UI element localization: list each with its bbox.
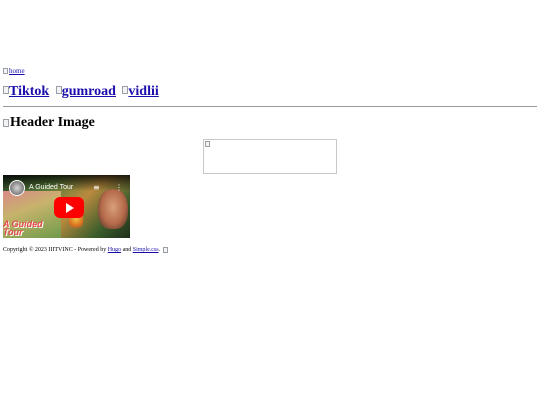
banner-image <box>203 139 337 174</box>
broken-image-icon <box>3 68 8 74</box>
queue-icon[interactable]: ≡ <box>93 184 100 192</box>
video-title[interactable]: A Guided Tour <box>29 184 73 191</box>
tiktok-alt-text: Tiktok <box>9 84 50 99</box>
thumbnail-overlay-text: A Guided Tour <box>3 220 43 237</box>
copyright-text: Copyright © 2023 IIITVINC - Powered by <box>3 247 107 253</box>
hugo-link[interactable]: Hugo <box>108 247 121 253</box>
header-divider <box>3 106 537 107</box>
home-link[interactable]: home <box>3 67 25 75</box>
gumroad-link[interactable]: gumroad <box>55 84 116 99</box>
gumroad-alt-text: gumroad <box>61 84 116 99</box>
channel-avatar-icon[interactable] <box>9 180 25 196</box>
vidlii-link[interactable]: vidlii <box>122 84 159 99</box>
broken-image-icon <box>205 141 210 147</box>
youtube-video-embed[interactable]: A Guided Tour A Guided Tour ≡ ⋮ <box>3 175 130 238</box>
footer: Copyright © 2023 IIITVINC - Powered by H… <box>3 247 169 253</box>
broken-image-icon <box>163 247 169 253</box>
home-link-alt-text: home <box>9 67 25 75</box>
footer-and-text: and <box>122 247 132 253</box>
play-button[interactable] <box>54 197 84 218</box>
overlay-line-2: Tour <box>3 227 23 237</box>
vidlii-alt-text: vidlii <box>128 84 159 99</box>
presenter-face <box>98 189 128 229</box>
footer-period: . <box>158 247 161 253</box>
more-options-icon[interactable]: ⋮ <box>115 184 123 192</box>
simplecss-link[interactable]: Simple.css <box>133 247 159 253</box>
header-image: Header Image <box>3 115 95 131</box>
tiktok-link[interactable]: Tiktok <box>3 84 49 99</box>
header-image-alt-text: Header Image <box>10 115 95 130</box>
social-links: Tiktok gumroad vidlii <box>3 84 162 100</box>
broken-image-icon <box>3 119 9 127</box>
